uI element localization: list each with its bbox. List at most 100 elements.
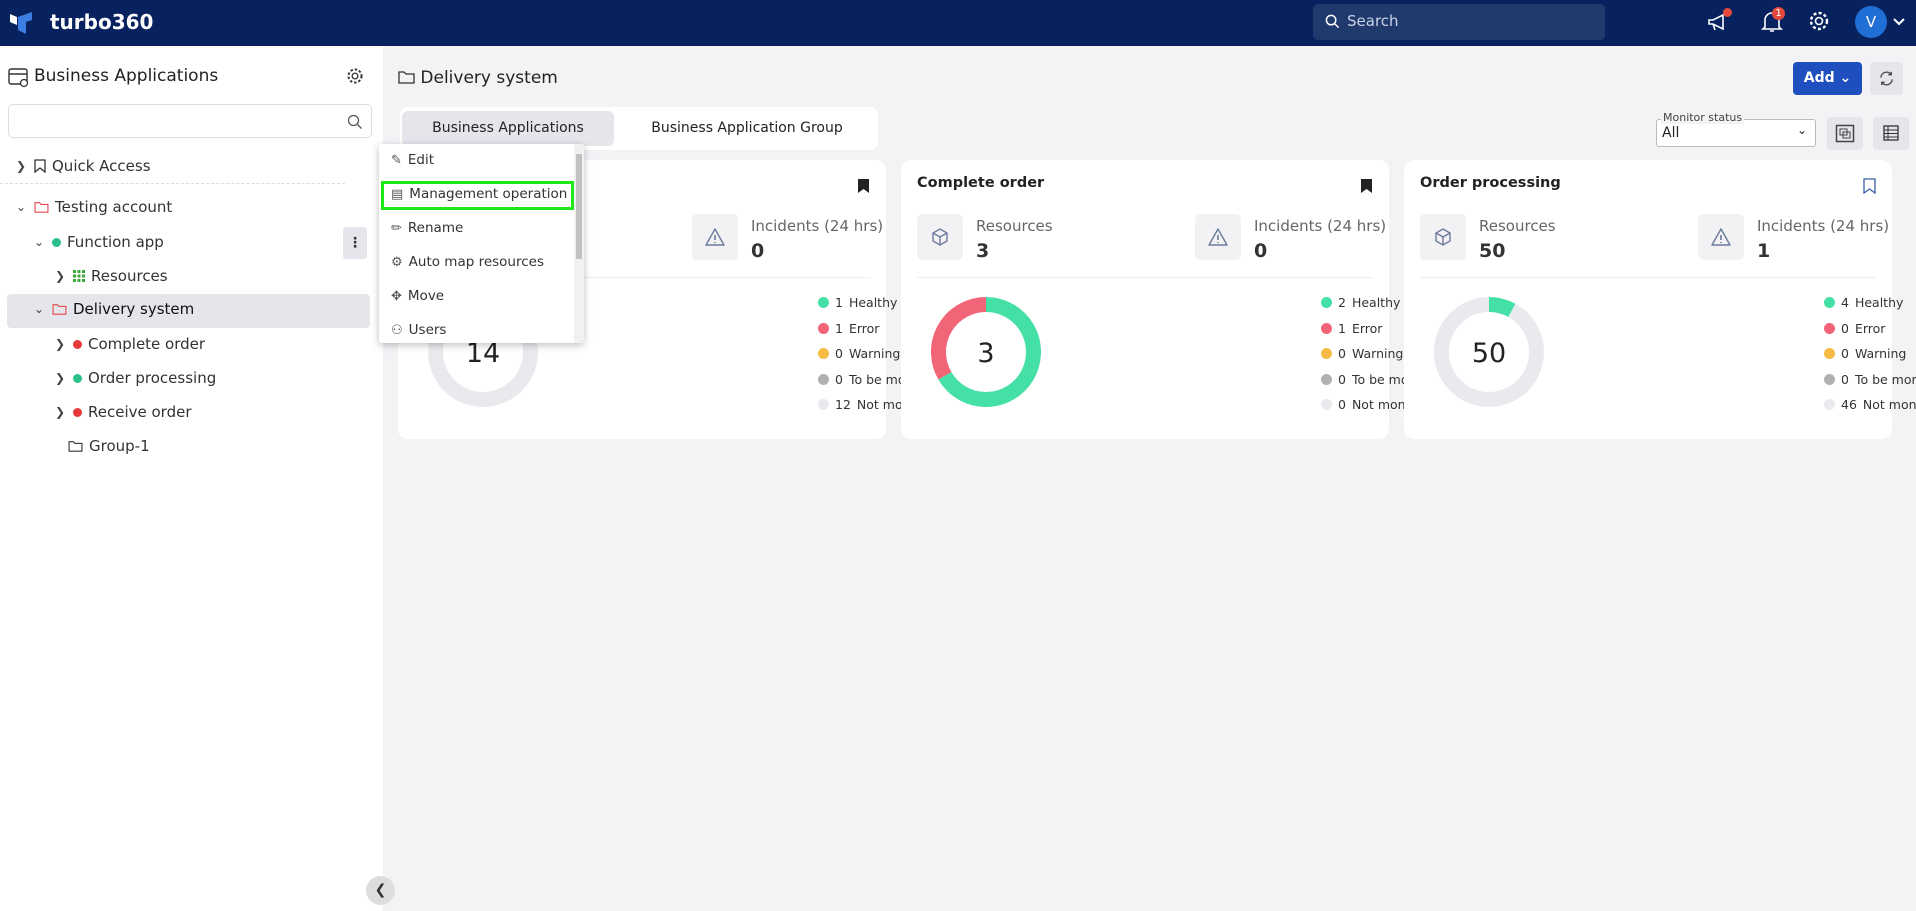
legend-count: 0 (835, 346, 843, 361)
add-label: Add (1803, 70, 1835, 86)
sidebar-settings-icon[interactable] (346, 67, 364, 85)
menu-item-auto-map-resources[interactable]: ⚙ Auto map resources (391, 254, 544, 270)
legend-error: 1 Error (1321, 321, 1382, 336)
tree-item-label: Order processing (88, 369, 217, 387)
incidents-count: 0 (1254, 240, 1268, 262)
chevron-down-icon[interactable]: ⌄ (16, 200, 28, 214)
tree-item-label: Testing account (55, 198, 173, 216)
legend-warning: 0 Warning (1321, 346, 1403, 361)
brand-name: turbo360 (50, 10, 154, 34)
chevron-right-icon[interactable]: ❯ (55, 337, 67, 351)
tree-item[interactable]: ⌄ Testing account (16, 198, 172, 216)
business-app-card[interactable]: Order processing Resources 50 Incidents … (1404, 160, 1916, 439)
user-avatar[interactable]: V (1855, 6, 1887, 38)
divider (0, 183, 345, 184)
legend-label: Warning (848, 346, 901, 361)
legend-healthy: 2 Healthy (1321, 295, 1400, 310)
legend-label: Error (1351, 320, 1383, 336)
chevron-right-icon[interactable]: ❯ (55, 405, 67, 419)
sidebar-item-quick-access[interactable]: ❯ Quick Access (16, 157, 151, 175)
tree-item-label: Delivery system (73, 300, 195, 318)
tab-business-application-group[interactable]: Business Application Group (620, 111, 874, 146)
warning-icon (1711, 228, 1731, 246)
bookmark-icon[interactable] (1863, 178, 1876, 194)
resources-icon-box (917, 214, 963, 260)
divider (917, 277, 1373, 278)
chevron-down-icon: ⌄ (1796, 123, 1807, 137)
chevron-down-icon[interactable]: ⌄ (34, 235, 46, 249)
legend-dot (818, 297, 829, 308)
chevron-right-icon[interactable]: ❯ (55, 371, 67, 385)
cube-icon (1435, 228, 1451, 246)
collapse-sidebar-button[interactable]: ❮ (366, 876, 395, 905)
management-operation-icon: ▤ (391, 186, 404, 202)
legend-label: Healthy (1854, 295, 1904, 310)
incidents-label: Incidents (24 hrs) (1757, 217, 1890, 235)
legend-label: Error (1854, 320, 1886, 336)
legend-dot (1824, 322, 1835, 334)
search-icon (347, 114, 362, 129)
more-options-button[interactable]: ⋮ (343, 227, 367, 259)
notifications-button[interactable]: 1 (1761, 7, 1785, 38)
incidents-count: 0 (751, 240, 765, 262)
tree-item[interactable]: Group-1 (68, 437, 150, 455)
resources-label: Resources (1479, 217, 1556, 235)
table-view-button[interactable] (1873, 117, 1909, 150)
legend-label: Warning (1854, 346, 1907, 361)
context-menu: ✎ Edit ▤ Management operation ✏ Rename ⚙ Auto m… (379, 144, 584, 343)
menu-item-management-operation[interactable]: ▤ Management operation (391, 186, 567, 202)
chevron-down-icon[interactable]: ⌄ (34, 302, 46, 316)
legend-dot (1824, 297, 1835, 308)
legend-count: 0 (835, 371, 843, 387)
sidebar-item-label: Quick Access (52, 157, 151, 175)
legend-count: 0 (1841, 320, 1849, 336)
legend-count: 0 (1338, 371, 1346, 387)
menu-item-edit[interactable]: ✎ Edit (391, 152, 434, 168)
add-button[interactable]: Add ⌄ (1793, 62, 1862, 95)
legend-count: 0 (1338, 397, 1346, 412)
bookmark-icon[interactable] (1360, 178, 1373, 194)
global-search-input[interactable]: Search (1313, 4, 1605, 40)
legend-dot (1321, 297, 1332, 308)
menu-item-label: Edit (407, 152, 435, 168)
menu-item-users[interactable]: ⚇ Users (391, 322, 446, 338)
tile-view-button[interactable] (1827, 117, 1863, 150)
business-applications-icon (8, 68, 29, 88)
announcements-button[interactable] (1706, 8, 1732, 38)
bookmark-icon[interactable] (857, 178, 870, 194)
resources-count: 50 (1479, 240, 1506, 262)
menu-item-move[interactable]: ✥ Move (391, 288, 444, 304)
legend-error: 1 Error (818, 321, 879, 336)
incidents-label: Incidents (24 hrs) (751, 217, 884, 235)
legend-dot (818, 322, 829, 334)
tree-item[interactable]: ❯ Resources (55, 267, 168, 285)
menu-scrollbar[interactable] (574, 144, 584, 343)
tree-item[interactable]: ⌄ Delivery system (34, 300, 194, 318)
tree-item[interactable]: ⌄ Function app (34, 233, 164, 251)
tree-item[interactable]: ❯ Order processing (55, 369, 216, 387)
search-placeholder: Search (1347, 12, 1399, 30)
menu-item-label: Move (407, 288, 445, 304)
tree-item[interactable]: ❯ Complete order (55, 335, 205, 353)
tab-business-applications[interactable]: Business Applications (402, 111, 614, 146)
legend-count: 12 (835, 397, 851, 412)
status-donut-chart: 50 (1434, 297, 1544, 407)
menu-item-label: Auto map resources (408, 254, 544, 270)
chevron-right-icon[interactable]: ❯ (55, 269, 67, 283)
incidents-icon-box (692, 214, 738, 260)
tree-item-label: Complete order (88, 335, 206, 353)
legend-label: To be monitored (1854, 371, 1916, 387)
tree-item-label: Function app (67, 233, 164, 251)
chevron-down-icon[interactable] (1892, 17, 1906, 27)
sidebar-search-input[interactable] (8, 104, 372, 138)
legend-healthy: 1 Healthy (818, 295, 897, 310)
refresh-button[interactable] (1870, 62, 1903, 95)
announcement-dot (1723, 8, 1732, 17)
donut-total: 3 (977, 338, 994, 369)
settings-button[interactable] (1808, 10, 1830, 36)
tree-item[interactable]: ❯ Receive order (55, 403, 192, 421)
legend-label: Error (848, 320, 880, 336)
legend-dot (818, 373, 829, 385)
business-app-card[interactable]: Complete order Resources 3 Incidents (24… (901, 160, 1453, 439)
menu-item-rename[interactable]: ✏ Rename (391, 220, 463, 236)
